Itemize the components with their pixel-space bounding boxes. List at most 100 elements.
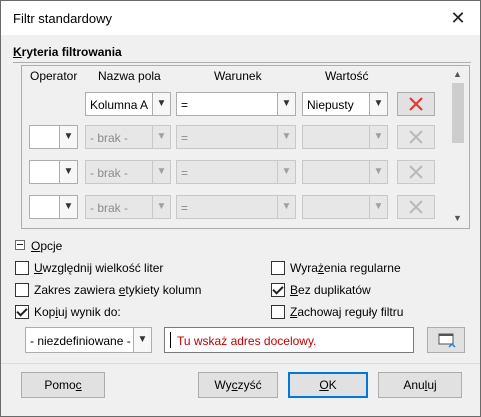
collapse-minus-icon [15,240,25,250]
x-delete-icon [409,130,423,144]
cancel-label-post: uj [427,378,437,392]
scroll-thumb[interactable] [452,83,464,143]
chevron-down-icon: ▼ [152,93,170,115]
row1-condition-select[interactable]: = ▼ [176,92,296,116]
row2-condition-value: = [181,131,189,145]
case-sensitive-checkbox[interactable]: Uwzględnij wielkość liter [15,261,163,275]
no-duplicates-checkbox[interactable]: Bez duplikatów [271,283,371,297]
range-has-labels-checkbox[interactable]: Zakres zawiera etykiety kolumn [15,283,201,297]
row4-field-select[interactable]: - brak - ▼ [85,195,171,219]
row4-delete-button[interactable] [397,195,435,219]
section-separator [13,62,471,63]
row4-condition-value: = [181,201,189,215]
copy-results-pre: Kop [34,305,56,319]
criteria-title-mnemonic: K [13,45,22,59]
chevron-down-icon: ▼ [59,161,77,183]
row1-field-select[interactable]: Kolumna A ▼ [85,92,171,116]
standard-filter-dialog: Filtr standardowy ✕ Kryteria filtrowania… [0,0,481,417]
criteria-scrollbar[interactable]: ▲ ▼ [450,67,466,225]
row1-condition-value: = [181,98,189,112]
row4-field-value: - brak - [90,201,129,215]
close-icon[interactable]: ✕ [446,7,470,29]
keep-criteria-checkbox[interactable]: Zachowaj reguły filtru [271,305,403,319]
ok-button[interactable]: OK [288,372,368,398]
row1-delete-button[interactable] [397,92,435,116]
row2-operator-select[interactable]: ▼ [29,125,78,149]
row3-value-select[interactable]: ▼ [302,160,388,184]
text-caret [170,332,171,348]
chevron-down-icon: ▼ [59,196,77,218]
row4-condition-select[interactable]: = ▼ [176,195,296,219]
criteria-title-rest: ryteria filtrowania [21,45,122,59]
row1-value-select[interactable]: Niepusty ▼ [302,92,388,116]
title-bar: Filtr standardowy ✕ [1,1,480,35]
copy-results-checkbox[interactable]: Kopiuj wynik do: [15,305,121,319]
scroll-down-icon[interactable]: ▼ [453,213,462,223]
chevron-down-icon: ▼ [277,161,295,183]
row2-condition-select[interactable]: = ▼ [176,125,296,149]
chevron-down-icon: ▼ [133,328,151,352]
chevron-down-icon: ▼ [369,196,387,218]
no-duplicates-mnemonic: B [290,283,299,297]
range-labels-post: tykiety kolumn [125,283,202,297]
options-label-rest: pcje [40,239,63,253]
chevron-down-icon: ▼ [152,126,170,148]
cancel-button[interactable]: Anuluj [378,372,462,398]
chevron-down-icon: ▼ [277,93,295,115]
x-delete-icon [409,165,423,179]
shrink-dialog-button[interactable] [427,327,465,353]
chevron-down-icon: ▼ [369,126,387,148]
row3-delete-button[interactable] [397,160,435,184]
chevron-down-icon: ▼ [152,161,170,183]
ok-label-post: K [328,378,337,392]
cancel-label-pre: Anu [403,378,425,392]
checkbox-box [271,261,285,275]
x-delete-icon [409,200,423,214]
chevron-down-icon: ▼ [152,196,170,218]
help-button[interactable]: Pomoc [21,372,105,398]
row1-field-value: Kolumna A [90,98,149,112]
no-duplicates-label: ez duplikatów [298,283,371,297]
help-label-pre: Pomo [44,378,76,392]
row3-field-select[interactable]: - brak - ▼ [85,160,171,184]
header-field-name: Nazwa pola [98,69,161,83]
clear-button[interactable]: Wyczyść [198,372,278,398]
chevron-down-icon: ▼ [277,126,295,148]
row2-value-select[interactable]: ▼ [302,125,388,149]
regex-checkbox[interactable]: Wyrażenia regularne [271,261,401,275]
checkbox-box-checked [271,283,285,297]
row4-operator-select[interactable]: ▼ [29,195,78,219]
clear-label-pre: Wy [214,378,232,392]
destination-select[interactable]: - niezdefiniowane - ▼ [25,327,152,353]
chevron-down-icon: ▼ [369,161,387,183]
row3-field-value: - brak - [90,166,129,180]
options-expander[interactable]: Opcje [15,239,62,253]
checkbox-box [15,261,29,275]
clear-label-post: zyść [237,378,262,392]
row2-delete-button[interactable] [397,125,435,149]
checkbox-box-checked [15,305,29,319]
window-title: Filtr standardowy [13,11,112,26]
row1-value-value: Niepusty [307,98,354,112]
shrink-dialog-icon [438,333,456,348]
row3-operator-select[interactable]: ▼ [29,160,78,184]
keep-criteria-label: achowaj reguły filtru [297,305,404,319]
destination-address-input[interactable]: Tu wskaż adres docelowy. [164,327,414,353]
row3-condition-select[interactable]: = ▼ [176,160,296,184]
x-delete-icon [409,97,423,111]
destination-select-value: - niezdefiniowane - [30,334,131,348]
row2-field-select[interactable]: - brak - ▼ [85,125,171,149]
ok-mnemonic: O [319,378,329,392]
chevron-down-icon: ▼ [59,126,77,148]
range-labels-pre: Zakres zawiera [34,283,119,297]
regex-label-post: enia regularne [323,261,401,275]
scroll-up-icon[interactable]: ▲ [453,69,462,79]
case-sensitive-label: względnij wielkość liter [42,261,164,275]
button-area-separator [1,363,480,364]
case-sensitive-mnemonic: U [34,261,43,275]
regex-label-pre: Wyra [290,261,318,275]
header-condition: Warunek [214,69,262,83]
row4-value-select[interactable]: ▼ [302,195,388,219]
criteria-section-title: Kryteria filtrowania [13,45,122,59]
checkbox-box [15,283,29,297]
